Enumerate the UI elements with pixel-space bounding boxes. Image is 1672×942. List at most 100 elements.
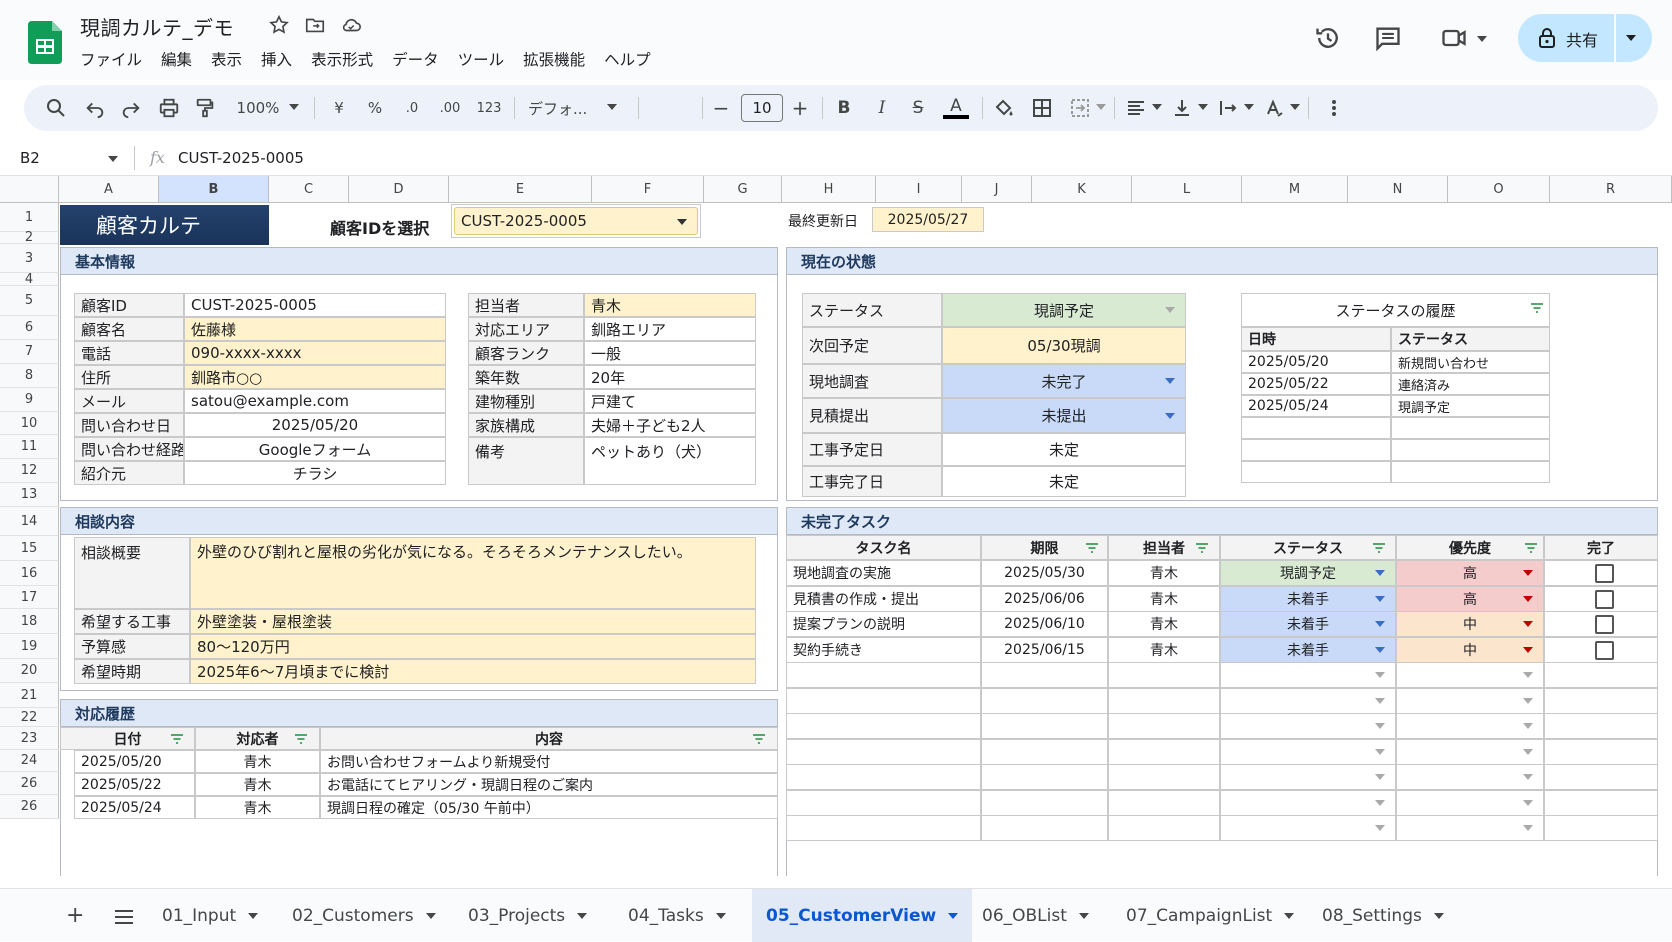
- text-wrapping-icon[interactable]: [1216, 94, 1240, 122]
- currency-format-button[interactable]: ¥: [326, 94, 352, 122]
- task-priority-1[interactable]: 高: [1396, 585, 1544, 612]
- task-priority-dropdown-icon[interactable]: [1523, 621, 1533, 627]
- task-status-dropdown-icon[interactable]: [1375, 697, 1385, 704]
- row-header-19[interactable]: 19: [0, 634, 59, 659]
- column-header-C[interactable]: C: [269, 176, 349, 203]
- row-header-5[interactable]: 5: [0, 286, 59, 316]
- budget-value[interactable]: 80〜120万円: [190, 634, 756, 659]
- vertical-align-icon[interactable]: [1170, 94, 1194, 122]
- column-header-J[interactable]: J: [962, 176, 1032, 203]
- task-name-5[interactable]: [786, 687, 981, 714]
- menu-extensions[interactable]: 拡張機能: [523, 48, 585, 70]
- share-dropdown-icon[interactable]: [1626, 35, 1636, 41]
- task-priority-dropdown-icon[interactable]: [1523, 748, 1533, 755]
- row-header-16[interactable]: 16: [0, 561, 59, 586]
- sheets-logo-icon[interactable]: [28, 21, 62, 64]
- filter-icon[interactable]: [1524, 543, 1538, 553]
- decrease-font-size-button[interactable]: −: [710, 94, 732, 122]
- task-status-6[interactable]: [1220, 713, 1396, 739]
- history-content-2[interactable]: 現調日程の確定（05/30 午前中）: [320, 796, 778, 819]
- task-priority-dropdown-icon[interactable]: [1523, 825, 1533, 831]
- row-header-8[interactable]: 8: [0, 364, 59, 388]
- row-header-1[interactable]: 1: [0, 203, 59, 232]
- column-header-D[interactable]: D: [349, 176, 449, 203]
- all-sheets-icon[interactable]: [114, 909, 134, 925]
- row-header-14[interactable]: 14: [0, 507, 59, 536]
- menu-tools[interactable]: ツール: [458, 48, 505, 70]
- sheet-tab-5[interactable]: 06_OBList: [968, 889, 1103, 942]
- row-header-13[interactable]: 13: [0, 483, 59, 507]
- zoom-select[interactable]: 100%: [230, 94, 286, 122]
- filter-icon[interactable]: [170, 734, 184, 744]
- row-header-9[interactable]: 9: [0, 388, 59, 412]
- basic-info-value-4[interactable]: satou@example.com: [184, 389, 446, 413]
- task-status-7[interactable]: [1220, 738, 1396, 765]
- column-header-F[interactable]: F: [592, 176, 704, 203]
- task-status-dropdown-icon[interactable]: [1375, 621, 1385, 627]
- task-priority-4[interactable]: [1396, 662, 1544, 688]
- task-status-dropdown-icon[interactable]: [1375, 570, 1385, 576]
- sheet-tab-menu-icon[interactable]: [1284, 912, 1295, 919]
- task-complete-checkbox[interactable]: [1595, 564, 1614, 583]
- task-status-5[interactable]: [1220, 687, 1396, 714]
- column-header-I[interactable]: I: [876, 176, 962, 203]
- task-status-9[interactable]: [1220, 789, 1396, 816]
- task-priority-0[interactable]: 高: [1396, 560, 1544, 586]
- task-name-1[interactable]: 見積書の作成・提出: [786, 585, 981, 612]
- more-formats-button[interactable]: 123: [474, 94, 504, 122]
- task-status-10[interactable]: [1220, 815, 1396, 841]
- basic-info-value-6[interactable]: Googleフォーム: [184, 437, 446, 461]
- row-header-22[interactable]: 22: [0, 708, 59, 727]
- name-box-dropdown-icon[interactable]: [108, 156, 118, 162]
- customer-id-dropdown-icon[interactable]: [677, 219, 687, 225]
- column-header-O[interactable]: O: [1448, 176, 1550, 203]
- status-dropdown-icon[interactable]: [1165, 378, 1175, 384]
- task-name-2[interactable]: 提案プランの説明: [786, 611, 981, 637]
- search-menus-icon[interactable]: [44, 94, 68, 122]
- merge-dropdown-icon[interactable]: [1096, 104, 1106, 110]
- task-priority-dropdown-icon[interactable]: [1523, 595, 1533, 602]
- column-header-M[interactable]: M: [1242, 176, 1348, 203]
- rotation-dropdown-icon[interactable]: [1290, 104, 1300, 110]
- row-header-11[interactable]: 11: [0, 435, 59, 459]
- sheet-tab-4[interactable]: 05_CustomerView: [752, 889, 973, 942]
- column-header-B[interactable]: B: [159, 176, 269, 203]
- task-status-dropdown-icon[interactable]: [1375, 723, 1385, 729]
- column-header-E[interactable]: E: [449, 176, 592, 203]
- status-value-0[interactable]: 現調予定: [942, 293, 1186, 327]
- bold-button[interactable]: B: [832, 94, 856, 122]
- history-content-1[interactable]: お電話にてヒアリング・現調日程のご案内: [320, 773, 778, 796]
- row-header-21[interactable]: 21: [0, 683, 59, 708]
- task-name-7[interactable]: [786, 738, 981, 765]
- task-priority-10[interactable]: [1396, 815, 1544, 841]
- add-sheet-button[interactable]: +: [66, 889, 84, 942]
- status-value-4[interactable]: 未定: [942, 433, 1186, 466]
- row-header-6[interactable]: 6: [0, 316, 59, 340]
- column-header-A[interactable]: A: [59, 176, 159, 203]
- merge-cells-icon[interactable]: [1068, 94, 1092, 122]
- column-header-K[interactable]: K: [1032, 176, 1132, 203]
- sheet-tab-0[interactable]: 01_Input: [148, 889, 272, 942]
- row-header-10[interactable]: 10: [0, 412, 59, 435]
- strikethrough-button[interactable]: S: [906, 94, 930, 122]
- sheet-tab-menu-icon[interactable]: [1078, 912, 1089, 919]
- borders-icon[interactable]: [1030, 94, 1054, 122]
- filter-icon[interactable]: [1195, 543, 1209, 553]
- comments-icon[interactable]: [1374, 24, 1402, 52]
- basic-info-value-r4[interactable]: 戸建て: [584, 389, 756, 413]
- paint-format-icon[interactable]: [194, 94, 216, 122]
- task-priority-2[interactable]: 中: [1396, 611, 1544, 637]
- sheet-tab-7[interactable]: 08_Settings: [1308, 889, 1458, 942]
- row-header-18[interactable]: 18: [0, 609, 59, 634]
- task-status-dropdown-icon[interactable]: [1375, 595, 1385, 602]
- task-name-8[interactable]: [786, 764, 981, 790]
- task-status-dropdown-icon[interactable]: [1375, 646, 1385, 653]
- row-header-23[interactable]: 23: [0, 727, 59, 750]
- task-status-8[interactable]: [1220, 764, 1396, 790]
- font-size-input[interactable]: 10: [741, 94, 783, 122]
- task-priority-9[interactable]: [1396, 789, 1544, 816]
- sheet-tab-menu-icon[interactable]: [248, 912, 259, 919]
- menu-format[interactable]: 表示形式: [311, 48, 373, 70]
- task-priority-5[interactable]: [1396, 687, 1544, 714]
- history-content-0[interactable]: お問い合わせフォームより新規受付: [320, 750, 778, 773]
